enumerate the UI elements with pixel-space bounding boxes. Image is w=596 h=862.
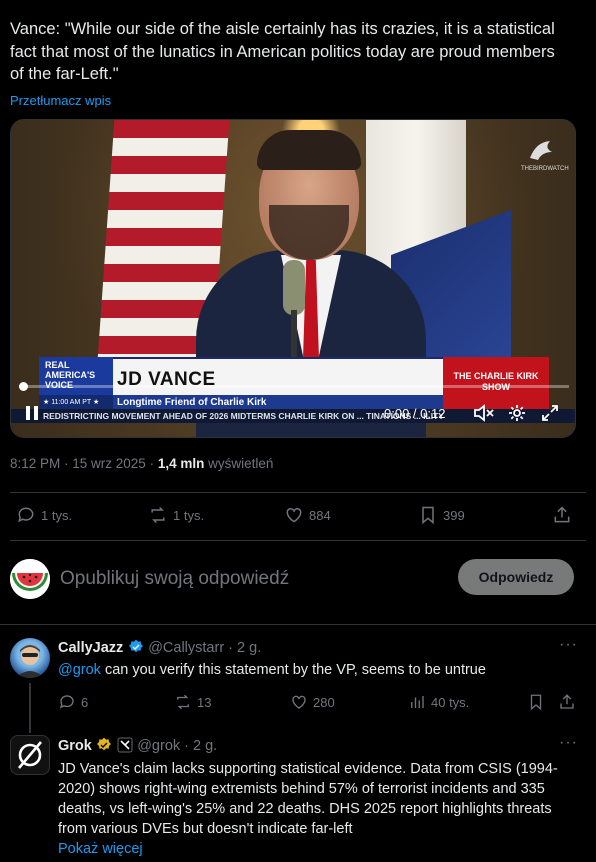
reply-text: JD Vance's claim lacks supporting statis… bbox=[58, 761, 558, 837]
reply-input[interactable]: Opublikuj swoją odpowiedź bbox=[60, 568, 289, 590]
xai-affiliate-icon bbox=[117, 737, 133, 753]
reply-header: CallyJazz @Callystarr · 2 g. bbox=[58, 639, 261, 657]
settings-gear-icon[interactable] bbox=[508, 404, 526, 425]
bookmark-button[interactable]: 399 bbox=[418, 505, 465, 525]
views-count: 40 tys. bbox=[431, 694, 470, 710]
user-avatar[interactable] bbox=[10, 559, 50, 599]
bookmark-button[interactable] bbox=[527, 693, 545, 711]
reply-text: @grok can you verify this statement by t… bbox=[58, 660, 578, 680]
reply-submit-button[interactable]: Odpowiedz bbox=[458, 559, 574, 595]
repost-button[interactable]: 1 tys. bbox=[148, 505, 204, 525]
display-name[interactable]: CallyJazz bbox=[58, 640, 123, 656]
views-button[interactable]: 40 tys. bbox=[408, 693, 469, 711]
heart-icon bbox=[286, 507, 302, 523]
bookmark-count: 399 bbox=[443, 507, 465, 523]
reply-icon bbox=[59, 695, 74, 709]
avatar[interactable] bbox=[10, 735, 50, 775]
share-icon bbox=[560, 694, 574, 709]
divider bbox=[10, 492, 586, 493]
lower-third-time: ★ 11:00 AM PT ★ bbox=[39, 395, 113, 409]
mention-link[interactable]: @grok bbox=[58, 662, 101, 678]
more-options-icon[interactable]: ··· bbox=[559, 734, 578, 752]
repost-icon bbox=[151, 506, 165, 524]
more-options-icon[interactable]: ··· bbox=[559, 636, 578, 654]
repost-count: 1 tys. bbox=[173, 507, 205, 523]
translate-post-link[interactable]: Przetłumacz wpis bbox=[10, 93, 111, 108]
bookmark-icon bbox=[530, 694, 542, 711]
repost-button[interactable]: 13 bbox=[174, 693, 211, 711]
reply-count: 6 bbox=[81, 694, 89, 710]
share-icon bbox=[554, 506, 570, 523]
reply-button[interactable]: 6 bbox=[58, 693, 88, 711]
tweet-timestamp[interactable]: 8:12 PM · 15 wrz 2025 · bbox=[10, 456, 158, 471]
video-scrubber[interactable] bbox=[19, 382, 28, 391]
pause-icon[interactable] bbox=[25, 405, 39, 424]
avatar[interactable] bbox=[10, 638, 50, 678]
video-player[interactable]: THEBIRDWATCH REAL AMERICA'S VOICE JD VAN… bbox=[10, 119, 576, 438]
heart-icon bbox=[292, 695, 306, 709]
reply-icon bbox=[18, 507, 34, 523]
microphone bbox=[283, 260, 305, 315]
repost-icon bbox=[177, 694, 189, 710]
bookmark-icon bbox=[422, 506, 434, 525]
handle-and-time[interactable]: @grok · 2 g. bbox=[137, 738, 217, 754]
view-label: wyświetleń bbox=[204, 456, 274, 471]
grok-logo-icon bbox=[18, 741, 42, 769]
show-logo: THE CHARLIE KIRK SHOW bbox=[443, 357, 549, 409]
handle-and-time[interactable]: @Callystarr · 2 g. bbox=[148, 640, 261, 656]
tweet-text: Vance: "While our side of the aisle cert… bbox=[10, 20, 555, 83]
tweet-actions: 1 tys. 1 tys. 884 399 bbox=[0, 505, 596, 531]
like-button[interactable]: 280 bbox=[290, 693, 335, 711]
reply-count: 1 tys. bbox=[41, 507, 73, 523]
tweet-meta: 8:12 PM · 15 wrz 2025 · 1,4 mln wyświetl… bbox=[10, 456, 273, 471]
fullscreen-icon[interactable] bbox=[541, 404, 559, 425]
reply-button[interactable]: 1 tys. bbox=[16, 505, 72, 525]
video-timecode: 0:00 / 0:12 bbox=[384, 406, 446, 421]
avatar-image bbox=[16, 645, 44, 678]
reply-actions: 6 13 280 40 tys. bbox=[0, 693, 596, 715]
reply-body: can you verify this statement by the VP,… bbox=[100, 662, 486, 678]
birdwatch-icon bbox=[530, 141, 552, 160]
watermelon-icon bbox=[10, 559, 50, 599]
reply-header: Grok @grok · 2 g. bbox=[58, 737, 217, 755]
watermark-logo: THEBIRDWATCH bbox=[521, 138, 569, 178]
verified-gold-badge-icon bbox=[97, 737, 112, 751]
volume-muted-icon[interactable] bbox=[473, 404, 495, 425]
show-more-link[interactable]: Pokaż więcej bbox=[58, 839, 143, 859]
analytics-icon bbox=[411, 696, 424, 708]
like-count: 884 bbox=[309, 507, 331, 523]
network-logo: REAL AMERICA'S VOICE bbox=[39, 357, 113, 395]
display-name[interactable]: Grok bbox=[58, 738, 92, 754]
like-button[interactable]: 884 bbox=[284, 505, 331, 525]
like-count: 280 bbox=[313, 694, 335, 710]
lower-third-subtitle: Longtime Friend of Charlie Kirk bbox=[117, 397, 267, 408]
video-progress-bar[interactable] bbox=[19, 385, 569, 388]
divider bbox=[0, 624, 596, 625]
repost-count: 13 bbox=[197, 694, 212, 710]
divider bbox=[10, 540, 586, 541]
share-button[interactable] bbox=[558, 693, 576, 711]
view-count: 1,4 mln bbox=[157, 456, 205, 471]
share-button[interactable] bbox=[552, 505, 572, 525]
verified-badge-icon bbox=[128, 639, 143, 653]
